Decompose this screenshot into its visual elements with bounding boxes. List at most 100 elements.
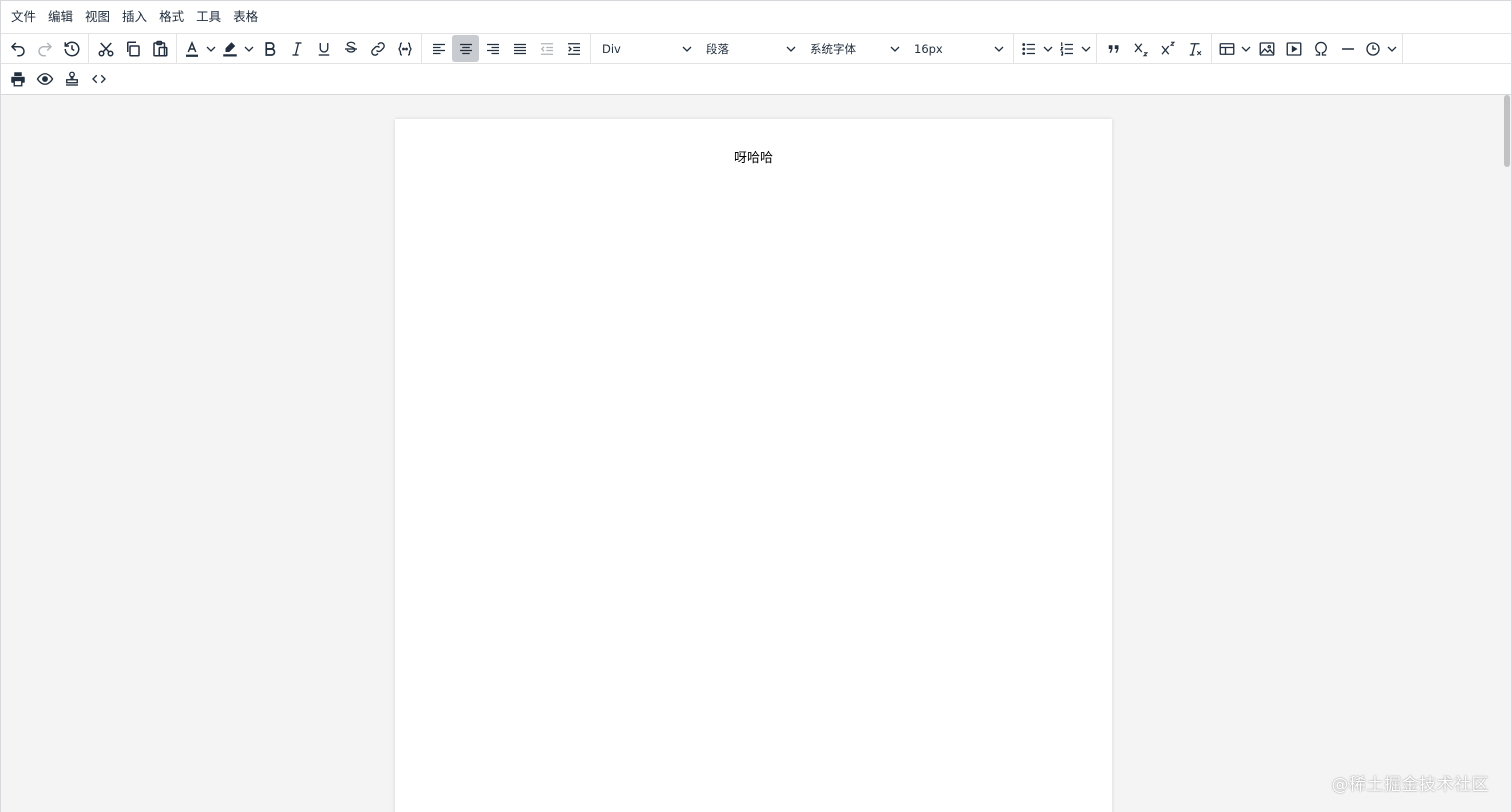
link-button[interactable] [364,35,391,62]
bullet-list-split [1017,35,1055,62]
media-icon [1286,41,1301,56]
redo-button[interactable] [31,35,58,62]
scrollbar-thumb[interactable] [1504,95,1510,167]
font-family-select-value: 系统字体 [810,41,856,56]
table-button[interactable] [1215,35,1239,62]
highlight-button[interactable] [218,35,242,62]
toolbar-group-clipboard [89,34,177,63]
font-family-select[interactable]: 系统字体 [802,35,906,62]
chevron-down-icon [682,46,692,52]
numbered-list-button[interactable] [1055,35,1079,62]
highlight-split [218,35,256,62]
clear-formatting-button[interactable] [1181,35,1208,62]
datetime-dropdown[interactable] [1385,35,1399,62]
table-dropdown[interactable] [1239,35,1253,62]
toolbar-group-script [1097,34,1212,63]
cut-icon [98,41,113,56]
table-split [1215,35,1253,62]
menu-view[interactable]: 视图 [79,5,116,29]
numbered-list-split [1055,35,1093,62]
paste-button[interactable] [146,35,173,62]
copy-icon [126,41,140,56]
preview-icon [36,73,53,85]
chevron-down-icon [206,46,216,52]
underline-button[interactable] [310,35,337,62]
stamp-button[interactable] [58,66,85,93]
code-sample-icon [397,41,412,56]
toolbar-primary: Div 段落 系统字体 16px [1,33,1511,64]
font-size-select[interactable]: 16px [906,35,1010,62]
vertical-scrollbar[interactable] [1503,95,1511,812]
clear-formatting-icon [1189,42,1201,56]
toolbar-group-insert [1212,34,1403,63]
text-color-button[interactable] [180,35,204,62]
source-code-button[interactable] [85,66,112,93]
toolbar-group-alignment [422,34,591,63]
bullet-list-dropdown[interactable] [1041,35,1055,62]
align-center-icon [459,43,472,54]
superscript-button[interactable] [1154,35,1181,62]
menu-format[interactable]: 格式 [153,5,190,29]
bold-button[interactable] [256,35,283,62]
document-page[interactable]: 呀哈哈 [395,119,1112,812]
menu-file[interactable]: 文件 [5,5,42,29]
chevron-down-icon [244,46,254,52]
paragraph-select[interactable]: 段落 [698,35,802,62]
outdent-button[interactable] [533,35,560,62]
align-right-button[interactable] [479,35,506,62]
align-left-button[interactable] [425,35,452,62]
undo-button[interactable] [4,35,31,62]
document-text[interactable]: 呀哈哈 [395,147,1112,166]
highlight-icon [223,41,237,56]
menu-edit[interactable]: 编辑 [42,5,79,29]
watermark: @稀土掘金技术社区 [1331,775,1489,795]
clock-icon [1366,41,1380,56]
text-color-icon [186,40,198,57]
block-select-value: Div [602,41,621,56]
strikethrough-button[interactable] [337,35,364,62]
image-button[interactable] [1253,35,1280,62]
table-icon [1219,42,1235,55]
outdent-icon [540,42,553,55]
chevron-down-icon [1081,46,1091,52]
preview-button[interactable] [31,66,58,93]
font-size-select-value: 16px [914,41,943,56]
indent-button[interactable] [560,35,587,62]
toolbar-group-selects: Div 段落 系统字体 16px [591,34,1014,63]
text-color-dropdown[interactable] [204,35,218,62]
subscript-button[interactable] [1127,35,1154,62]
media-button[interactable] [1280,35,1307,62]
text-color-split [180,35,218,62]
menu-tools[interactable]: 工具 [190,5,227,29]
special-char-button[interactable] [1307,35,1334,62]
chevron-down-icon [1241,46,1251,52]
italic-button[interactable] [283,35,310,62]
indent-icon [567,42,580,55]
bold-icon [264,41,275,56]
subscript-icon [1133,42,1148,56]
toolbar-group-formatting [177,34,422,63]
redo-icon [37,41,52,56]
datetime-button[interactable] [1361,35,1385,62]
horizontal-line-button[interactable] [1334,35,1361,62]
blockquote-button[interactable] [1100,35,1127,62]
copy-button[interactable] [119,35,146,62]
datetime-split [1361,35,1399,62]
align-left-icon [432,43,445,54]
print-button[interactable] [4,66,31,93]
block-select[interactable]: Div [594,35,698,62]
menu-insert[interactable]: 插入 [116,5,153,29]
stamp-icon [65,71,78,86]
numbered-list-dropdown[interactable] [1079,35,1093,62]
align-center-button[interactable] [452,35,479,62]
history-button[interactable] [58,35,85,62]
menu-table[interactable]: 表格 [227,5,264,29]
code-sample-button[interactable] [391,35,418,62]
bullet-list-button[interactable] [1017,35,1041,62]
toolbar-secondary [1,64,1511,95]
cut-button[interactable] [92,35,119,62]
italic-icon [292,41,301,56]
align-justify-button[interactable] [506,35,533,62]
highlight-dropdown[interactable] [242,35,256,62]
paragraph-select-value: 段落 [706,41,729,56]
